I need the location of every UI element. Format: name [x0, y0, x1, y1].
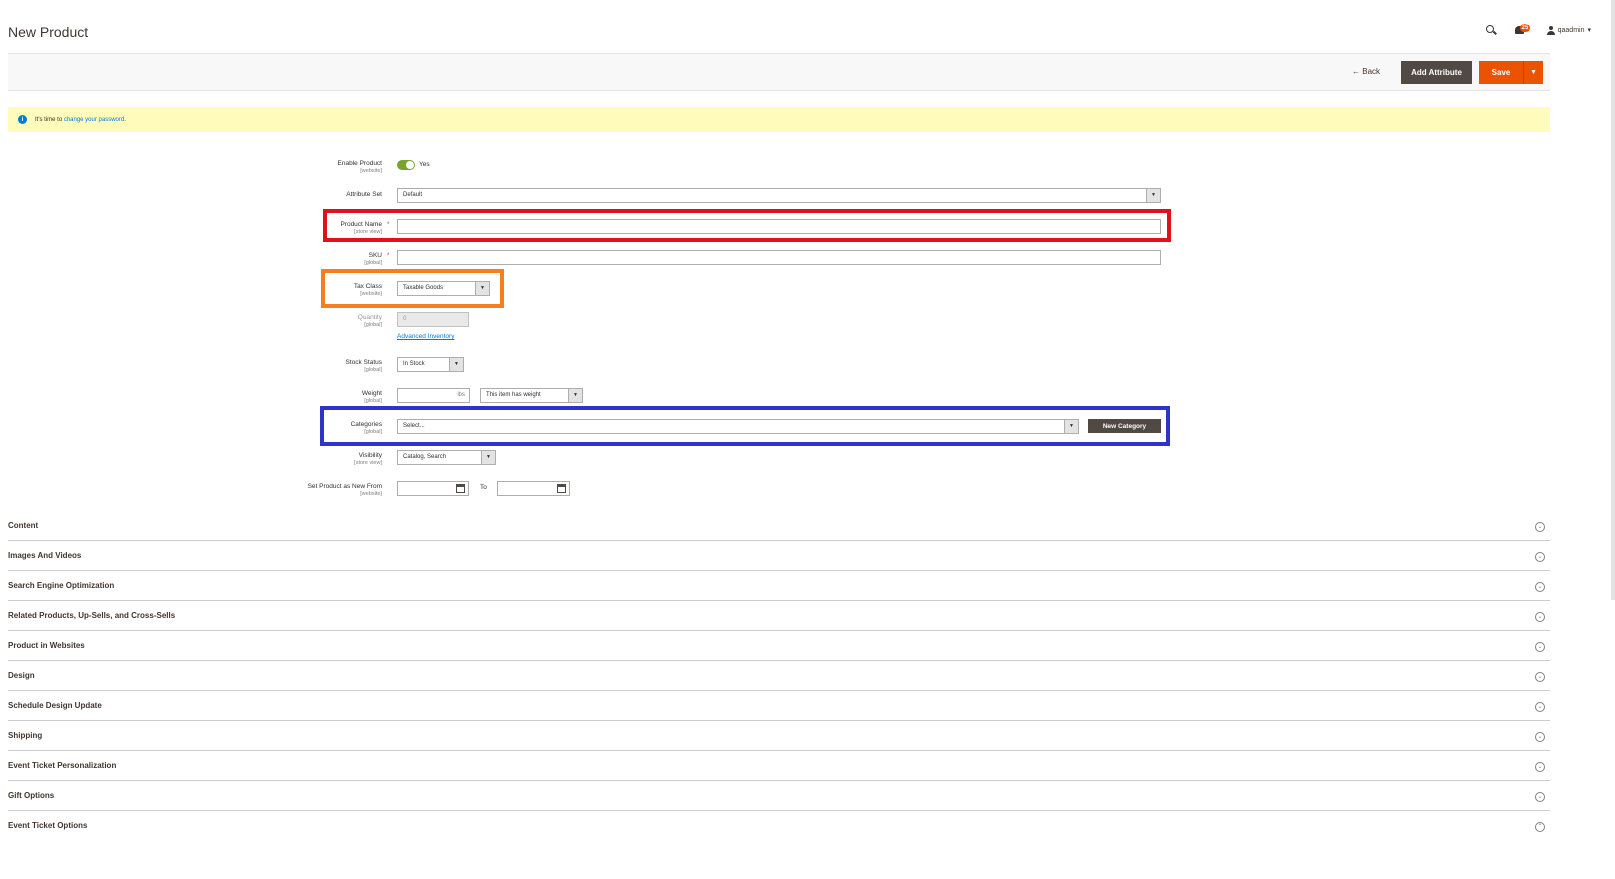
search-icon[interactable] — [1485, 24, 1497, 36]
sku-label: SKU [global] — [364, 252, 382, 266]
section-schedule-design-update[interactable]: Schedule Design Update ⌄ — [8, 691, 1550, 721]
quantity-input: 0 — [397, 312, 469, 327]
calendar-icon[interactable] — [456, 484, 465, 493]
required-marker: * — [387, 253, 390, 259]
highlight-categories — [320, 406, 1170, 446]
user-account-menu[interactable]: qaadmin ▾ — [1546, 25, 1591, 35]
enable-product-toggle[interactable] — [397, 160, 415, 170]
chevron-up-icon: ⌃ — [1535, 822, 1545, 832]
weight-unit: lbs — [457, 392, 465, 398]
section-design[interactable]: Design ⌄ — [8, 661, 1550, 691]
info-icon: i — [18, 115, 27, 124]
visibility-select[interactable]: Catalog, Search ▼ — [397, 450, 496, 465]
chevron-down-icon: ⌄ — [1535, 792, 1545, 802]
quantity-label: Quantity [global] — [357, 314, 382, 328]
stock-status-select[interactable]: In Stock ▼ — [397, 357, 464, 372]
notifications-button[interactable]: 25 — [1514, 24, 1531, 36]
chevron-down-icon: ⌄ — [1535, 552, 1545, 562]
date-to-label: To — [480, 484, 487, 491]
page-actions-bar: ← Back Add Attribute Save ▼ — [8, 54, 1550, 91]
chevron-down-icon: ⌄ — [1535, 642, 1545, 652]
calendar-icon[interactable] — [557, 484, 566, 493]
user-icon — [1546, 25, 1555, 35]
attribute-set-select[interactable]: Default ▼ — [397, 188, 1161, 203]
section-product-in-websites[interactable]: Product in Websites ⌄ — [8, 631, 1550, 661]
chevron-down-icon: ⌄ — [1535, 612, 1545, 622]
new-from-date-input[interactable] — [397, 481, 469, 496]
save-options-toggle[interactable]: ▼ — [1523, 61, 1543, 84]
page-title: New Product — [8, 24, 89, 40]
enable-product-value: Yes — [419, 161, 430, 168]
save-button[interactable]: Save — [1479, 61, 1523, 84]
arrow-left-icon: ← — [1352, 67, 1360, 76]
chevron-down-icon: ⌄ — [1535, 702, 1545, 712]
section-seo[interactable]: Search Engine Optimization ⌄ — [8, 571, 1550, 601]
advanced-inventory-link[interactable]: Advanced Inventory — [397, 333, 454, 340]
section-gift-options[interactable]: Gift Options ⌄ — [8, 781, 1550, 811]
notice-text: It's time to change your password. — [35, 116, 126, 123]
section-event-ticket-personalization[interactable]: Event Ticket Personalization ⌄ — [8, 751, 1550, 781]
caret-down-icon: ▼ — [1530, 69, 1537, 76]
page-scrollbar[interactable] — [1611, 0, 1615, 600]
enable-product-label: Enable Product [website] — [337, 160, 382, 174]
chevron-down-icon: ▼ — [568, 389, 582, 402]
chevron-down-icon: ⌄ — [1535, 522, 1545, 532]
change-password-link[interactable]: change your password — [64, 117, 124, 123]
product-has-weight-select[interactable]: This item has weight ▼ — [480, 388, 583, 403]
new-to-date-input[interactable] — [497, 481, 570, 496]
stock-status-label: Stock Status [global] — [345, 359, 383, 373]
section-content[interactable]: Content ⌄ — [8, 511, 1550, 541]
back-button[interactable]: ← Back — [1352, 67, 1380, 76]
sku-input[interactable] — [397, 250, 1161, 265]
chevron-down-icon: ⌄ — [1535, 762, 1545, 772]
add-attribute-button[interactable]: Add Attribute — [1401, 61, 1472, 84]
section-shipping[interactable]: Shipping ⌄ — [8, 721, 1550, 751]
chevron-down-icon: ▼ — [1146, 189, 1160, 202]
section-event-ticket-options[interactable]: Event Ticket Options ⌃ — [8, 811, 1550, 841]
section-related-products[interactable]: Related Products, Up-Sells, and Cross-Se… — [8, 601, 1550, 631]
weight-label: Weight [global] — [361, 390, 382, 404]
highlight-product-name — [323, 209, 1171, 242]
chevron-down-icon: ▾ — [1587, 27, 1591, 34]
attribute-set-label: Attribute Set — [346, 191, 382, 198]
back-button-label: Back — [1362, 67, 1381, 76]
new-from-label: Set Product as New From [website] — [307, 483, 382, 497]
chevron-down-icon: ▼ — [449, 358, 463, 371]
chevron-down-icon: ▼ — [481, 451, 495, 464]
weight-input[interactable]: lbs — [397, 388, 470, 403]
visibility-label: Visibility [store view] — [354, 452, 382, 466]
chevron-down-icon: ⌄ — [1535, 672, 1545, 682]
password-notice: i It's time to change your password. — [8, 107, 1550, 132]
username: qaadmin — [1557, 26, 1585, 34]
highlight-tax-class — [321, 269, 504, 308]
collapsible-sections: Content ⌄ Images And Videos ⌄ Search Engin… — [8, 511, 1550, 841]
chevron-down-icon: ⌄ — [1535, 732, 1545, 742]
notification-count-badge: 25 — [1519, 24, 1531, 32]
chevron-down-icon: ⌄ — [1535, 582, 1545, 592]
section-images-and-videos[interactable]: Images And Videos ⌄ — [8, 541, 1550, 571]
admin-user-bar: 25 qaadmin ▾ — [1485, 24, 1591, 36]
